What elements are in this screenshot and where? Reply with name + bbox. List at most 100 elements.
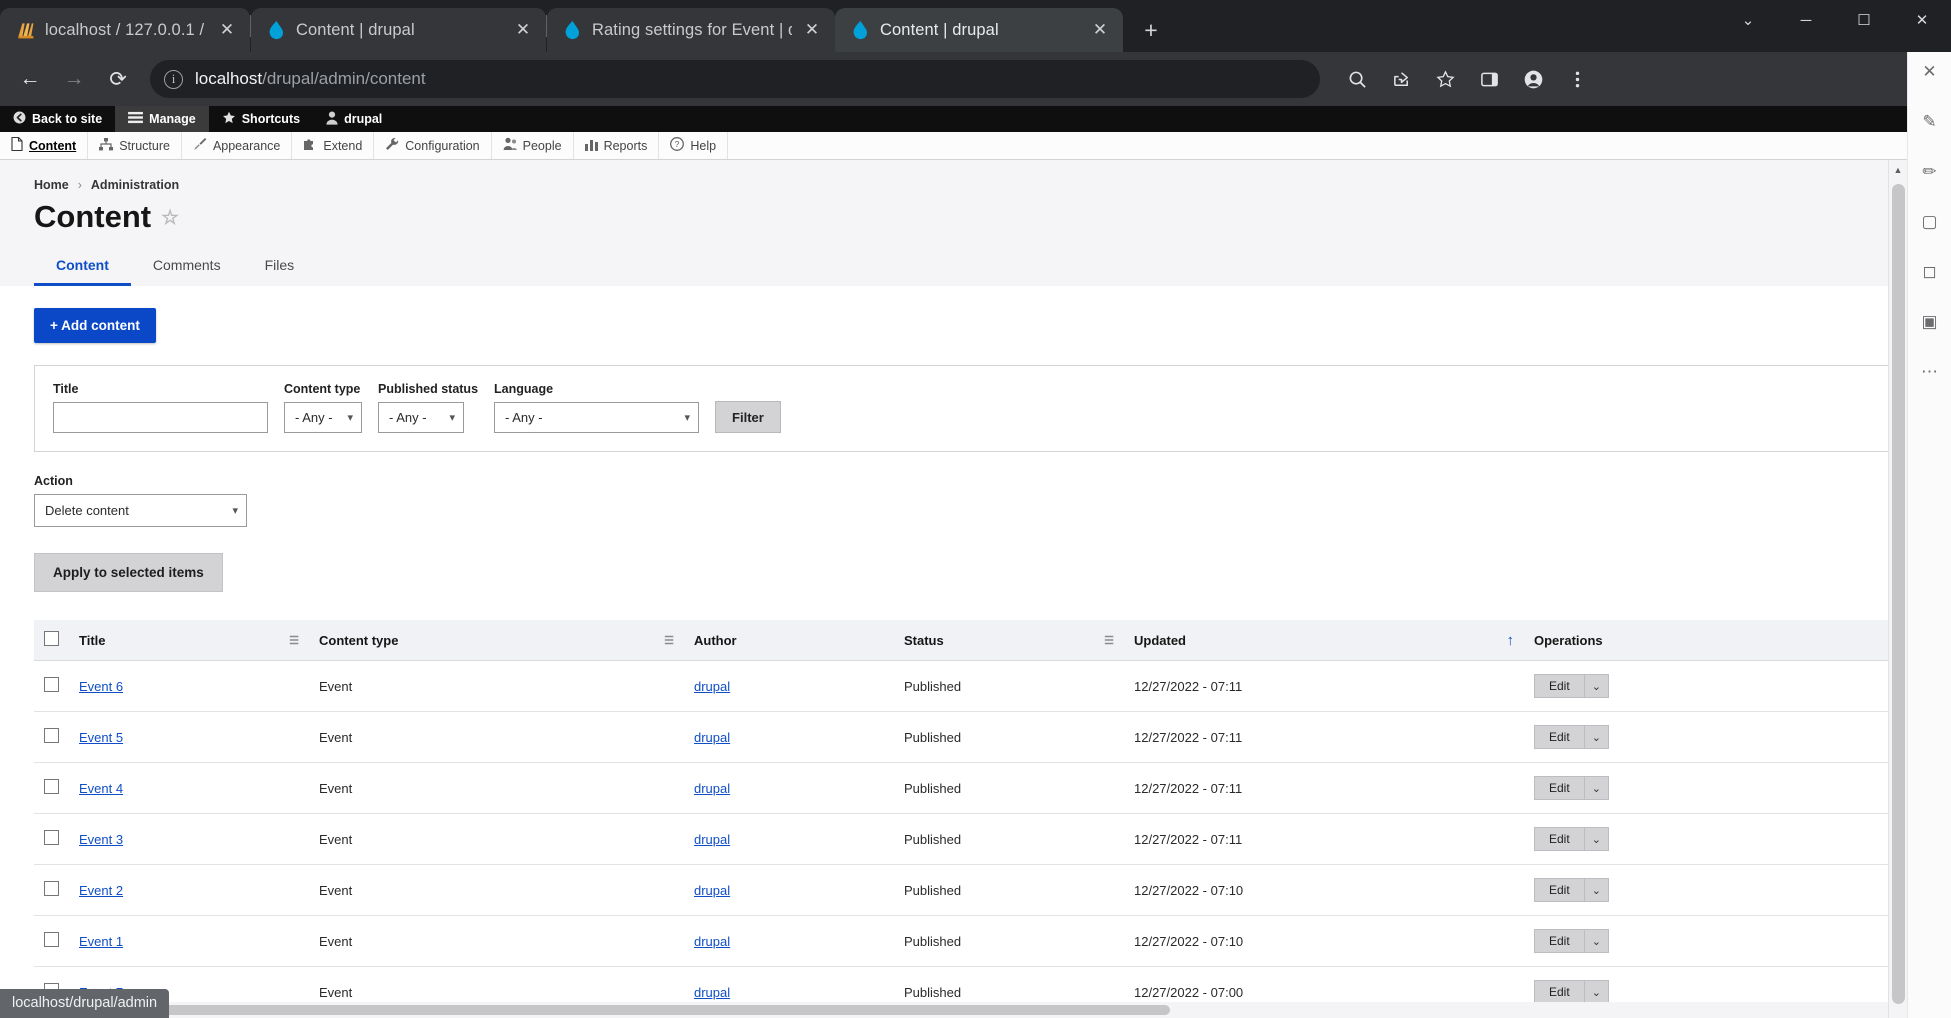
edit-button[interactable]: Edit <box>1534 776 1584 800</box>
zoom-icon[interactable] <box>1338 60 1376 98</box>
close-icon[interactable]: ✕ <box>512 19 534 41</box>
forward-icon[interactable]: → <box>54 59 94 99</box>
operations-split-button[interactable]: Edit ⌄ <box>1534 674 1609 698</box>
operations-split-button[interactable]: Edit ⌄ <box>1534 878 1609 902</box>
row-title-link[interactable]: Event 5 <box>79 730 123 745</box>
chevron-down-icon[interactable]: ⌄ <box>1584 980 1609 1004</box>
minimize-button[interactable]: ─ <box>1777 0 1835 40</box>
address-bar[interactable]: i localhost/drupal/admin/content <box>150 60 1320 98</box>
row-author-link[interactable]: drupal <box>694 679 730 694</box>
tab-content[interactable]: Content <box>34 249 131 286</box>
chevron-down-icon[interactable]: ⌄ <box>1584 878 1609 902</box>
admin-menu-people[interactable]: People <box>492 132 574 159</box>
bookmark-star-icon[interactable] <box>1426 60 1464 98</box>
page-vertical-scrollbar[interactable]: ▲ <box>1888 160 1907 1018</box>
browser-tab-3[interactable]: Rating settings for Event | drupal ✕ <box>547 8 835 52</box>
browser-tab-4[interactable]: Content | drupal ✕ <box>835 8 1123 52</box>
row-checkbox[interactable] <box>44 728 59 743</box>
row-checkbox[interactable] <box>44 779 59 794</box>
more-icon[interactable]: ⋯ <box>1921 362 1938 382</box>
operations-split-button[interactable]: Edit ⌄ <box>1534 776 1609 800</box>
chevron-down-icon[interactable]: ⌄ <box>1719 0 1777 40</box>
row-author-link[interactable]: drupal <box>694 832 730 847</box>
operations-split-button[interactable]: Edit ⌄ <box>1534 929 1609 953</box>
action-select[interactable]: Delete content ▾ <box>34 494 247 527</box>
content-type-select[interactable]: - Any - ▾ <box>284 402 362 433</box>
scroll-up-arrow-icon[interactable]: ▲ <box>1889 160 1907 179</box>
row-author-link[interactable]: drupal <box>694 781 730 796</box>
new-tab-button[interactable]: + <box>1133 12 1169 48</box>
shapes-icon[interactable]: ◻ <box>1922 262 1936 282</box>
hscrollbar-thumb[interactable] <box>80 1005 1170 1015</box>
row-title-link[interactable]: Event 1 <box>79 934 123 949</box>
breadcrumb-home[interactable]: Home <box>34 178 69 192</box>
pen-icon[interactable]: ✎ <box>1922 112 1936 132</box>
language-select[interactable]: - Any - ▾ <box>494 402 699 433</box>
maximize-button[interactable]: ☐ <box>1835 0 1893 40</box>
edit-button[interactable]: Edit <box>1534 827 1584 851</box>
star-icon[interactable]: ☆ <box>161 205 179 230</box>
row-checkbox[interactable] <box>44 881 59 896</box>
toolbar-item-back-to-site[interactable]: Back to site <box>0 106 115 132</box>
admin-menu-configuration[interactable]: Configuration <box>374 132 491 159</box>
reload-icon[interactable]: ⟳ <box>98 59 138 99</box>
row-title-link[interactable]: Event 2 <box>79 883 123 898</box>
toolbar-item-shortcuts[interactable]: Shortcuts <box>209 106 313 132</box>
row-checkbox[interactable] <box>44 932 59 947</box>
chevron-down-icon[interactable]: ⌄ <box>1584 827 1609 851</box>
col-status[interactable]: Status ☰ <box>894 620 1124 661</box>
add-content-button[interactable]: + Add content <box>34 308 156 343</box>
toolbar-item-user[interactable]: drupal <box>313 106 395 132</box>
profile-icon[interactable] <box>1514 60 1552 98</box>
col-content-type[interactable]: Content type ☰ <box>309 620 684 661</box>
sidepanel-icon[interactable] <box>1470 60 1508 98</box>
close-icon[interactable]: ✕ <box>216 19 238 41</box>
row-checkbox[interactable] <box>44 677 59 692</box>
highlighter-icon[interactable]: ✏ <box>1922 162 1936 182</box>
site-info-icon[interactable]: i <box>164 70 183 89</box>
eraser-icon[interactable]: ▢ <box>1921 212 1937 232</box>
admin-menu-reports[interactable]: Reports <box>574 132 660 159</box>
published-status-select[interactable]: - Any - ▾ <box>378 402 464 433</box>
operations-split-button[interactable]: Edit ⌄ <box>1534 980 1609 1004</box>
close-window-button[interactable]: ✕ <box>1893 0 1951 40</box>
row-author-link[interactable]: drupal <box>694 730 730 745</box>
browser-tab-1[interactable]: localhost / 127.0.0.1 / drupal | ph ✕ <box>0 8 250 52</box>
close-icon[interactable]: ✕ <box>801 19 823 41</box>
apply-to-selected-items-button[interactable]: Apply to selected items <box>34 553 223 592</box>
sort-icon[interactable]: ☰ <box>1104 634 1114 647</box>
title-input[interactable] <box>53 402 268 433</box>
admin-menu-help[interactable]: ? Help <box>659 132 728 159</box>
row-author-link[interactable]: drupal <box>694 883 730 898</box>
scrollbar-thumb[interactable] <box>1892 184 1905 1004</box>
admin-menu-extend[interactable]: Extend <box>292 132 374 159</box>
page-horizontal-scrollbar[interactable] <box>0 1002 1888 1018</box>
back-icon[interactable]: ← <box>10 59 50 99</box>
select-all-checkbox[interactable] <box>44 631 59 646</box>
edit-button[interactable]: Edit <box>1534 725 1584 749</box>
filter-submit-button[interactable]: Filter <box>715 401 781 433</box>
chevron-down-icon[interactable]: ⌄ <box>1584 674 1609 698</box>
operations-split-button[interactable]: Edit ⌄ <box>1534 827 1609 851</box>
col-updated[interactable]: Updated ↑ <box>1124 620 1524 661</box>
edit-button[interactable]: Edit <box>1534 929 1584 953</box>
row-title-link[interactable]: Event 3 <box>79 832 123 847</box>
sort-ascending-icon[interactable]: ↑ <box>1507 632 1515 649</box>
col-title[interactable]: Title ☰ <box>69 620 309 661</box>
row-title-link[interactable]: Event 4 <box>79 781 123 796</box>
tab-files[interactable]: Files <box>243 249 317 286</box>
admin-menu-structure[interactable]: Structure <box>88 132 182 159</box>
edit-button[interactable]: Edit <box>1534 878 1584 902</box>
close-icon[interactable]: ✕ <box>1089 19 1111 41</box>
sort-icon[interactable]: ☰ <box>289 634 299 647</box>
chevron-down-icon[interactable]: ⌄ <box>1584 929 1609 953</box>
close-rail-icon[interactable]: ✕ <box>1922 62 1936 82</box>
breadcrumb-administration[interactable]: Administration <box>91 178 179 192</box>
edit-button[interactable]: Edit <box>1534 980 1584 1004</box>
row-title-link[interactable]: Event 6 <box>79 679 123 694</box>
edit-button[interactable]: Edit <box>1534 674 1584 698</box>
chevron-down-icon[interactable]: ⌄ <box>1584 776 1609 800</box>
menu-kebab-icon[interactable] <box>1558 60 1596 98</box>
browser-tab-2[interactable]: Content | drupal ✕ <box>251 8 546 52</box>
chevron-down-icon[interactable]: ⌄ <box>1584 725 1609 749</box>
